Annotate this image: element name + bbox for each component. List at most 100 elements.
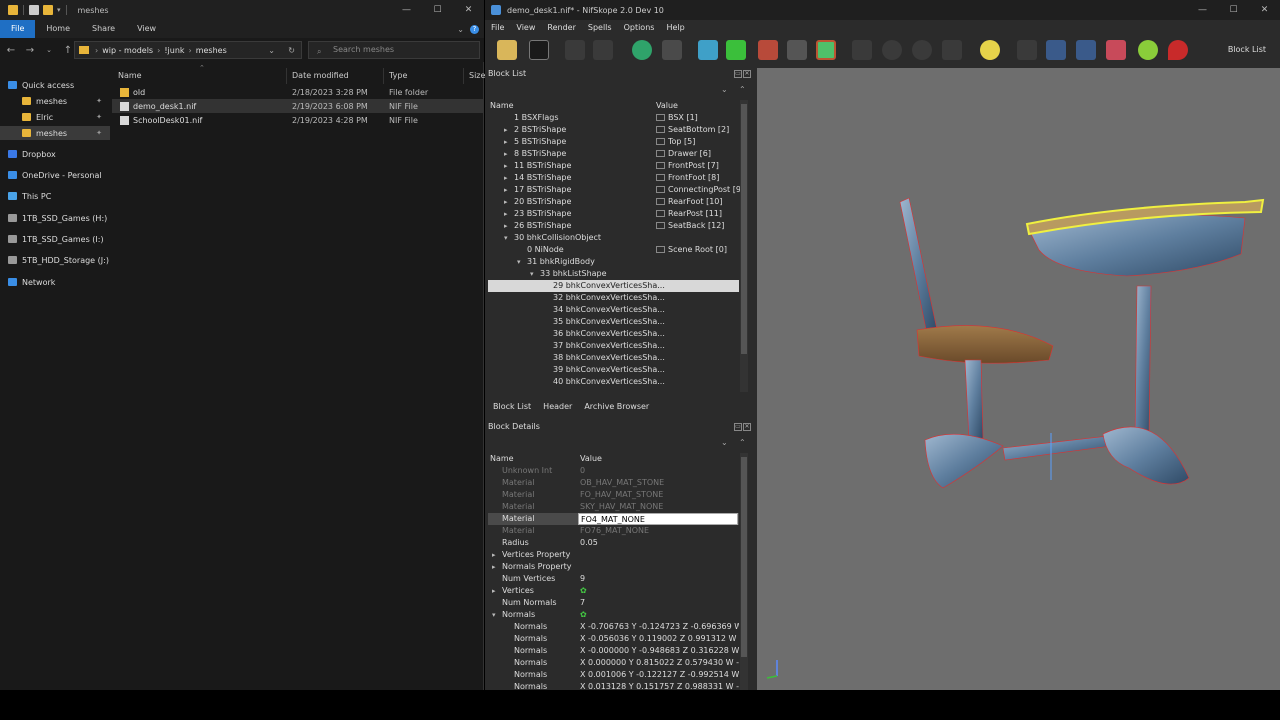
- cube-green-icon[interactable]: [726, 40, 746, 60]
- pin-icon[interactable]: ✦: [96, 129, 102, 137]
- collapse-arrow-icon[interactable]: ▾: [504, 232, 508, 244]
- cube-blue-icon[interactable]: [698, 40, 718, 60]
- address-bar[interactable]: › wip - models › !junk › meshes ⌄ ↻: [74, 41, 302, 59]
- expand-icon[interactable]: ⌃: [739, 85, 746, 94]
- nav-item[interactable]: Network: [0, 275, 110, 289]
- expand-arrow-icon[interactable]: ▸: [504, 172, 508, 184]
- desk-model-render[interactable]: [757, 68, 1280, 690]
- detail-row[interactable]: Material FO_HAV_MAT_STONE: [488, 489, 739, 501]
- detail-row[interactable]: Num Normals 7: [488, 597, 739, 609]
- eye-icon[interactable]: [882, 40, 902, 60]
- file-row[interactable]: SchoolDesk01.nif 2/19/2023 4:28 PM NIF Fil…: [112, 113, 484, 127]
- block-row[interactable]: 39 bhkConvexVerticesSha...: [488, 364, 739, 376]
- block-row[interactable]: 34 bhkConvexVerticesSha...: [488, 304, 739, 316]
- block-details-scrollbar[interactable]: [740, 453, 748, 690]
- circle-icon[interactable]: [1138, 40, 1158, 60]
- forward-arrow-icon[interactable]: →: [22, 45, 38, 56]
- recent-locations-icon[interactable]: ⌄: [41, 46, 57, 54]
- expand-arrow-icon[interactable]: ▸: [492, 585, 496, 597]
- block-row[interactable]: 29 bhkConvexVerticesSha...: [488, 280, 739, 292]
- pin-icon[interactable]: ✦: [96, 97, 102, 105]
- tab-block-list[interactable]: Block List: [487, 399, 537, 415]
- help-icon[interactable]: ?: [470, 24, 479, 34]
- collapse-icon[interactable]: ⌄: [721, 438, 728, 447]
- block-row[interactable]: ▸ 11 BSTriShape FrontPost [7]: [488, 160, 739, 172]
- nav-item[interactable]: meshes ✦: [0, 126, 110, 140]
- block-row[interactable]: ▸ 26 BSTriShape SeatBack [12]: [488, 220, 739, 232]
- nav-item[interactable]: Dropbox: [0, 147, 110, 161]
- globe-icon[interactable]: [632, 40, 652, 60]
- block-row[interactable]: ▸ 17 BSTriShape ConnectingPost [9]: [488, 184, 743, 196]
- chevron-down-icon[interactable]: ⌄: [268, 46, 275, 55]
- search-input[interactable]: ⌕ Search meshes: [308, 41, 480, 59]
- expand-arrow-icon[interactable]: ▸: [504, 160, 508, 172]
- tab-header[interactable]: Header: [537, 399, 578, 415]
- cube-multi-icon[interactable]: [816, 40, 836, 60]
- nav-item[interactable]: Elric ✦: [0, 110, 110, 124]
- material-edit-input[interactable]: FO4_MAT_NONE: [578, 513, 738, 525]
- breadcrumb-item[interactable]: wip - models: [102, 46, 153, 55]
- block-row[interactable]: 37 bhkConvexVerticesSha...: [488, 340, 739, 352]
- chevron-down-icon[interactable]: ▾: [57, 6, 61, 14]
- block-row[interactable]: 40 bhkConvexVerticesSha...: [488, 376, 739, 388]
- tab-home[interactable]: Home: [35, 20, 81, 38]
- collapse-icon[interactable]: ⌄: [721, 85, 728, 94]
- close-button[interactable]: ✕: [1249, 0, 1280, 20]
- eye-alt-icon[interactable]: [912, 40, 932, 60]
- pin-icon[interactable]: [1017, 40, 1037, 60]
- block-row[interactable]: ▸ 23 BSTriShape RearPost [11]: [488, 208, 739, 220]
- chevron-down-icon[interactable]: ⌄: [457, 25, 464, 34]
- block-row[interactable]: ▾ 31 bhkRigidBody: [488, 256, 739, 268]
- detail-row[interactable]: ▾ Normals ✿: [488, 609, 739, 621]
- block-row[interactable]: ▸ 14 BSTriShape FrontFoot [8]: [488, 172, 739, 184]
- detail-row[interactable]: Normals X 0.001006 Y -0.122127 Z -0.99251…: [488, 669, 739, 681]
- float-panel-icon[interactable]: ▭: [734, 70, 742, 78]
- scrollbar-thumb[interactable]: [741, 104, 747, 354]
- cube-dark-icon[interactable]: [787, 40, 807, 60]
- detail-row[interactable]: Radius 0.05: [488, 537, 739, 549]
- block-row[interactable]: 36 bhkConvexVerticesSha...: [488, 328, 739, 340]
- detail-row[interactable]: Material FO4_MAT_NONE: [488, 513, 739, 525]
- expand-arrow-icon[interactable]: ▸: [492, 549, 496, 561]
- block-row[interactable]: 38 bhkConvexVerticesSha...: [488, 352, 739, 364]
- block-row[interactable]: 35 bhkConvexVerticesSha...: [488, 316, 739, 328]
- detail-row[interactable]: Normals X -0.000000 Y -0.948683 Z 0.31622…: [488, 645, 739, 657]
- axes-icon[interactable]: [1046, 40, 1066, 60]
- detail-row[interactable]: Normals X -0.056036 Y 0.119002 Z 0.991312…: [488, 633, 739, 645]
- collapse-arrow-icon[interactable]: ▾: [492, 609, 496, 621]
- detail-row[interactable]: ▸ Normals Property: [488, 561, 739, 573]
- close-button[interactable]: ✕: [453, 0, 484, 20]
- detail-row[interactable]: ▸ Vertices Property: [488, 549, 739, 561]
- new-folder-icon[interactable]: [43, 5, 53, 15]
- tab-archive-browser[interactable]: Archive Browser: [578, 399, 655, 415]
- close-panel-icon[interactable]: ✕: [743, 70, 751, 78]
- maximize-button[interactable]: ☐: [1218, 0, 1249, 20]
- menu-file[interactable]: File: [485, 23, 510, 32]
- column-value[interactable]: Value: [656, 100, 678, 112]
- expand-arrow-icon[interactable]: ▸: [504, 148, 508, 160]
- detail-row[interactable]: Material OB_HAV_MAT_STONE: [488, 477, 739, 489]
- detail-row[interactable]: Material FO76_MAT_NONE: [488, 525, 739, 537]
- walk-icon[interactable]: [852, 40, 872, 60]
- file-row[interactable]: old 2/18/2023 3:28 PM File folder: [112, 85, 484, 99]
- nav-item[interactable]: OneDrive - Personal: [0, 168, 110, 182]
- tab-file[interactable]: File: [0, 20, 36, 38]
- nav-item[interactable]: 5TB_HDD_Storage (J:): [0, 253, 110, 267]
- column-name[interactable]: Name: [490, 453, 514, 465]
- minimize-button[interactable]: —: [391, 0, 422, 20]
- block-list-toolbar-label[interactable]: Block List: [1228, 45, 1266, 54]
- expand-arrow-icon[interactable]: ▸: [504, 184, 508, 196]
- expand-arrow-icon[interactable]: ▸: [504, 196, 508, 208]
- detail-row[interactable]: Num Vertices 9: [488, 573, 739, 585]
- tools-icon[interactable]: [1106, 40, 1126, 60]
- expand-arrow-icon[interactable]: ▸: [504, 208, 508, 220]
- detail-row[interactable]: Normals X 0.000000 Y 0.815022 Z 0.579430 …: [488, 657, 739, 669]
- tab-share[interactable]: Share: [81, 20, 126, 38]
- back-arrow-icon[interactable]: ←: [3, 45, 19, 56]
- collapse-arrow-icon[interactable]: ▾: [530, 268, 534, 280]
- open-icon[interactable]: [497, 40, 517, 60]
- column-name[interactable]: Name: [118, 68, 142, 84]
- marker-icon[interactable]: [1168, 40, 1188, 60]
- nav-item[interactable]: 1TB_SSD_Games (H:): [0, 211, 110, 225]
- nav-item[interactable]: 1TB_SSD_Games (I:): [0, 232, 110, 246]
